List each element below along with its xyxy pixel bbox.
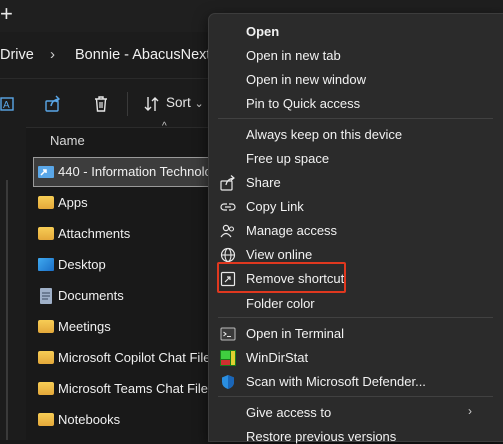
menu-item-windirstat[interactable]: WinDirStat (246, 350, 308, 365)
defender-shield-icon (222, 375, 234, 389)
breadcrumb-folder[interactable]: Bonnie - AbacusNext (75, 47, 210, 63)
menu-item-copy-link[interactable]: Copy Link (246, 199, 304, 214)
list-item[interactable]: Desktop (34, 251, 214, 279)
menu-separator (218, 396, 493, 397)
documents-icon (40, 288, 52, 304)
file-name: Microsoft Teams Chat Files (58, 381, 215, 396)
menu-item-restore-versions[interactable]: Restore previous versions (246, 429, 396, 444)
globe-icon (220, 247, 236, 263)
menu-item-view-online[interactable]: View online (246, 247, 312, 262)
highlight-box (217, 262, 346, 293)
folder-icon (38, 382, 54, 395)
list-item[interactable]: Attachments (34, 220, 214, 248)
file-name: 440 - Information Technology (58, 164, 226, 179)
sort-button[interactable]: Sort ⌄ (166, 95, 204, 110)
folder-icon (38, 320, 54, 333)
menu-item-give-access[interactable]: Give access to (246, 405, 331, 420)
menu-item-open-terminal[interactable]: Open in Terminal (246, 326, 344, 341)
folder-icon (38, 413, 54, 426)
desktop-icon (38, 258, 54, 271)
new-tab-button[interactable]: + (0, 3, 18, 25)
menu-item-open-new-window[interactable]: Open in new window (246, 72, 366, 87)
folder-icon (38, 227, 54, 240)
navigation-pane[interactable] (0, 127, 26, 440)
menu-item-open[interactable]: Open (246, 24, 279, 39)
menu-item-free-up-space[interactable]: Free up space (246, 151, 329, 166)
column-header-name[interactable]: Name (50, 133, 85, 148)
people-icon (220, 224, 235, 238)
list-item[interactable]: Meetings (34, 313, 214, 341)
share-icon[interactable] (44, 95, 62, 113)
list-item[interactable]: Apps (34, 189, 214, 217)
menu-item-pin-quick-access[interactable]: Pin to Quick access (246, 96, 360, 111)
svg-text:A: A (3, 100, 10, 111)
list-item[interactable]: 440 - Information Technology (33, 157, 226, 187)
menu-item-open-new-tab[interactable]: Open in new tab (246, 48, 341, 63)
menu-item-defender-scan[interactable]: Scan with Microsoft Defender... (246, 374, 426, 389)
menu-item-always-keep[interactable]: Always keep on this device (246, 127, 402, 142)
windirstat-icon (220, 350, 236, 366)
share-icon (220, 175, 235, 191)
file-name: Notebooks (58, 412, 121, 427)
chevron-right-icon: › (468, 404, 472, 418)
file-name: Desktop (58, 257, 106, 272)
delete-icon[interactable] (92, 95, 110, 113)
shortcut-icon (38, 166, 54, 178)
menu-item-share[interactable]: Share (246, 175, 281, 190)
file-name: Apps (58, 195, 88, 210)
menu-separator (218, 317, 493, 318)
file-name: Attachments (58, 226, 131, 241)
list-item[interactable]: Notebooks (34, 406, 214, 434)
chevron-down-icon: ⌄ (194, 98, 204, 110)
folder-icon (38, 351, 54, 364)
command-separator (127, 92, 128, 116)
link-icon (220, 203, 236, 211)
file-name: Meetings (58, 319, 111, 334)
menu-item-folder-color[interactable]: Folder color (246, 296, 315, 311)
breadcrumb-separator: › (50, 46, 55, 63)
rename-icon[interactable]: A (0, 95, 18, 113)
navigation-pane-scrollbar[interactable] (6, 180, 8, 440)
sort-caret-icon: ^ (162, 121, 167, 132)
file-name: Microsoft Copilot Chat Files (58, 350, 217, 365)
list-item[interactable]: Documents (34, 282, 214, 310)
sort-icon[interactable] (143, 95, 161, 113)
menu-item-manage-access[interactable]: Manage access (246, 223, 337, 238)
terminal-icon (220, 327, 236, 341)
breadcrumb-drive[interactable]: Drive (0, 47, 34, 63)
list-item[interactable]: Microsoft Teams Chat Files (34, 375, 215, 403)
folder-icon (38, 196, 54, 209)
menu-separator (218, 118, 493, 119)
sort-label: Sort (166, 95, 191, 110)
file-name: Documents (58, 288, 124, 303)
list-item[interactable]: Microsoft Copilot Chat Files (34, 344, 217, 372)
